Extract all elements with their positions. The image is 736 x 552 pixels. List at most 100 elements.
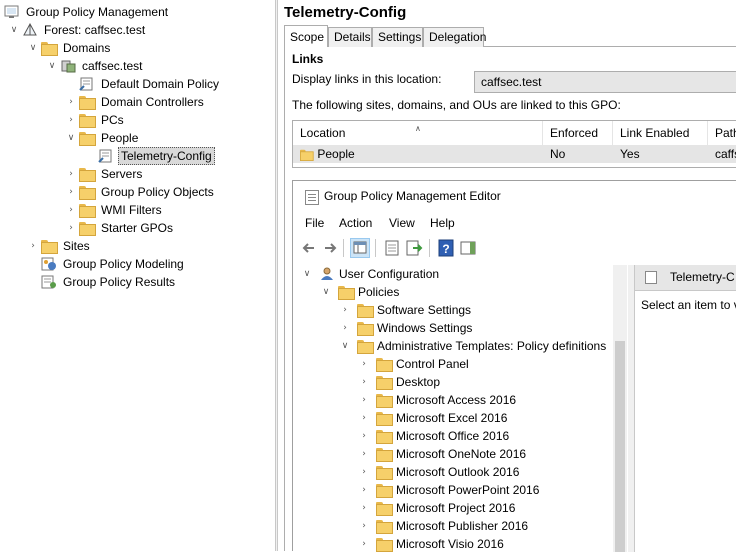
tree-item-domain-controllers[interactable]: › Domain Controllers: [65, 93, 265, 111]
folder-icon: [376, 357, 393, 372]
links-table[interactable]: Location ∧ Enforced Link Enabled Path Pe…: [292, 120, 736, 168]
tree-label: Group Policy Results: [63, 275, 176, 289]
column-header-enforced[interactable]: Enforced: [543, 121, 613, 145]
folder-icon: [376, 483, 393, 498]
editor-tree-scrollbar[interactable]: [613, 265, 627, 552]
tree-label: Control Panel: [396, 357, 469, 371]
chevron-right-icon[interactable]: ›: [358, 445, 370, 463]
tree-item-telemetry-config[interactable]: Telemetry-Config: [84, 147, 264, 165]
chevron-right-icon[interactable]: ›: [65, 93, 77, 111]
tree-item-default-domain-policy[interactable]: Default Domain Policy: [65, 75, 265, 93]
folder-icon: [79, 203, 96, 218]
chevron-right-icon[interactable]: ›: [339, 319, 351, 337]
show-hide-tree-icon[interactable]: [350, 238, 370, 258]
chevron-right-icon[interactable]: ›: [65, 165, 77, 183]
chevron-down-icon[interactable]: ∨: [65, 129, 77, 147]
folder-icon: [357, 339, 374, 354]
forward-arrow-icon[interactable]: [320, 238, 340, 258]
chevron-right-icon[interactable]: ›: [65, 201, 77, 219]
chevron-right-icon[interactable]: ›: [358, 409, 370, 427]
chevron-down-icon[interactable]: ∨: [339, 337, 351, 355]
folder-icon: [376, 519, 393, 534]
tree-item-domain-caffsec[interactable]: ∨ caffsec.test: [46, 57, 266, 75]
tab-scope[interactable]: Scope: [284, 25, 328, 47]
tree-label: Group Policy Modeling: [63, 257, 184, 271]
chevron-right-icon[interactable]: ›: [65, 183, 77, 201]
policy-editor-window[interactable]: Group Policy Management Editor File Acti…: [292, 180, 736, 552]
column-header-link-enabled[interactable]: Link Enabled: [613, 121, 708, 145]
chevron-right-icon[interactable]: ›: [358, 355, 370, 373]
editor-details-pane[interactable]: Telemetry-C Select an item to v: [634, 265, 736, 552]
tree-item-servers[interactable]: › Servers: [65, 165, 265, 183]
pane-splitter[interactable]: [275, 0, 278, 551]
chevron-right-icon[interactable]: ›: [358, 535, 370, 552]
properties-icon[interactable]: [382, 238, 402, 258]
help-icon[interactable]: ?: [436, 238, 456, 258]
ou-folder-icon: [79, 95, 96, 110]
chevron-down-icon[interactable]: ∨: [8, 21, 20, 39]
gpmc-tree-pane[interactable]: Group Policy Management ∨ Forest: caffse…: [0, 0, 275, 551]
details-header: Telemetry-C: [635, 265, 736, 291]
chevron-right-icon[interactable]: ›: [358, 427, 370, 445]
tree-label: Microsoft Visio 2016: [396, 537, 504, 551]
chevron-right-icon[interactable]: ›: [65, 219, 77, 237]
tree-item-forest[interactable]: ∨ Forest: caffsec.test: [8, 21, 268, 39]
chevron-down-icon[interactable]: ∨: [320, 283, 332, 301]
editor-toolbar: ?: [293, 235, 736, 261]
tree-label: Starter GPOs: [101, 221, 174, 235]
chevron-right-icon[interactable]: ›: [358, 463, 370, 481]
scrollbar-thumb[interactable]: [615, 341, 625, 552]
details-header-title: Telemetry-C: [670, 270, 735, 284]
menu-file[interactable]: File: [305, 216, 324, 230]
chevron-right-icon[interactable]: ›: [358, 499, 370, 517]
editor-titlebar[interactable]: Group Policy Management Editor: [293, 181, 736, 213]
editor-tree-pane[interactable]: ∨ User Configuration ∨ Policies › Softwa…: [293, 265, 627, 552]
tree-label: Desktop: [396, 375, 441, 389]
action-pane-icon[interactable]: [458, 238, 478, 258]
tree-label: Microsoft Publisher 2016: [396, 519, 529, 533]
chevron-down-icon[interactable]: ∨: [27, 39, 39, 57]
folder-icon: [376, 375, 393, 390]
chevron-right-icon[interactable]: ›: [358, 373, 370, 391]
chevron-right-icon[interactable]: ›: [27, 237, 39, 255]
tree-item-gp-modeling[interactable]: Group Policy Modeling: [27, 255, 267, 273]
chevron-right-icon[interactable]: ›: [358, 391, 370, 409]
tree-label: caffsec.test: [82, 59, 143, 73]
tree-item-gp-results[interactable]: Group Policy Results: [27, 273, 267, 291]
tree-label: Microsoft Project 2016: [396, 501, 516, 515]
export-list-icon[interactable]: [404, 238, 424, 258]
display-links-dropdown[interactable]: caffsec.test: [474, 71, 736, 93]
sites-icon: [41, 239, 58, 254]
tree-item-group-policy-objects[interactable]: › Group Policy Objects: [65, 183, 265, 201]
tree-label: People: [101, 131, 139, 145]
display-links-label: Display links in this location:: [292, 72, 442, 86]
chevron-down-icon[interactable]: ∨: [46, 57, 58, 75]
tree-item-sites[interactable]: › Sites: [27, 237, 267, 255]
chevron-right-icon[interactable]: ›: [358, 481, 370, 499]
chevron-right-icon[interactable]: ›: [65, 111, 77, 129]
menu-action[interactable]: Action: [339, 216, 372, 230]
editor-title: Group Policy Management Editor: [324, 189, 501, 203]
tree-label: WMI Filters: [101, 203, 162, 217]
tree-item-starter-gpos[interactable]: › Starter GPOs: [65, 219, 265, 237]
chevron-right-icon[interactable]: ›: [339, 301, 351, 319]
menu-view[interactable]: View: [389, 216, 415, 230]
column-header-path[interactable]: Path: [708, 121, 736, 145]
tab-settings[interactable]: Settings: [372, 27, 423, 47]
tree-item-people[interactable]: ∨ People: [65, 129, 265, 147]
column-header-location[interactable]: Location ∧: [293, 121, 543, 145]
menu-help[interactable]: Help: [430, 216, 455, 230]
tree-item-domains[interactable]: ∨ Domains: [27, 39, 267, 57]
tab-delegation[interactable]: Delegation: [423, 27, 486, 47]
tree-item-pcs[interactable]: › PCs: [65, 111, 265, 129]
tree-item-wmi-filters[interactable]: › WMI Filters: [65, 201, 265, 219]
ou-folder-icon: [79, 167, 96, 182]
chevron-right-icon[interactable]: ›: [358, 517, 370, 535]
tree-label: Group Policy Management: [26, 5, 169, 19]
domains-folder-icon: [41, 41, 58, 56]
tab-details[interactable]: Details: [328, 27, 372, 47]
tree-item-gpmc-root[interactable]: Group Policy Management: [2, 3, 272, 21]
tree-label: Microsoft PowerPoint 2016: [396, 483, 540, 497]
back-arrow-icon[interactable]: [299, 238, 319, 258]
chevron-down-icon[interactable]: ∨: [301, 265, 313, 283]
